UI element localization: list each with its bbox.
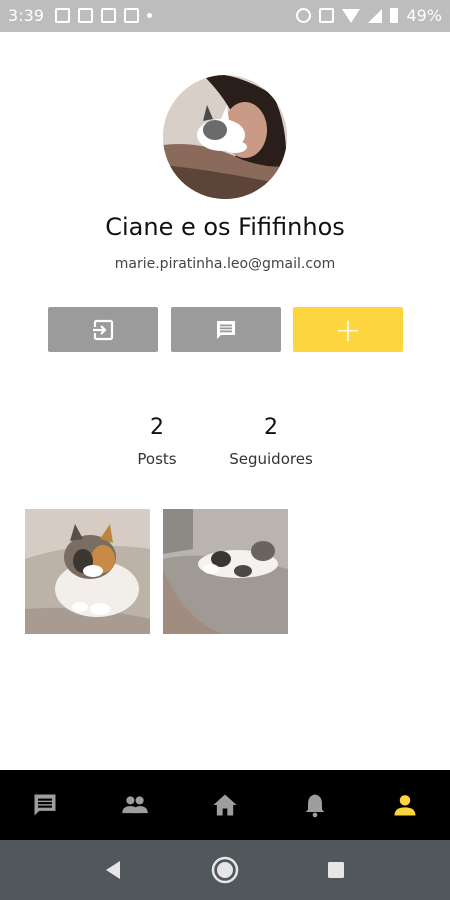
signal-icon	[368, 8, 383, 23]
home-system-button[interactable]	[195, 840, 255, 900]
exit-to-app-icon	[93, 319, 114, 340]
post-thumbnail[interactable]	[163, 509, 288, 634]
avatar	[163, 75, 287, 199]
nav-profile[interactable]	[360, 770, 450, 840]
posts-label: Posts	[137, 450, 177, 468]
nav-notifications[interactable]	[270, 770, 360, 840]
followers-count: 2	[264, 415, 278, 440]
gmail-icon	[124, 8, 139, 23]
notification-icon	[101, 8, 116, 23]
vibrate-icon	[319, 8, 335, 23]
home-circle-icon	[211, 856, 239, 884]
profile-name: Ciane e os Fififinhos	[105, 213, 345, 241]
post-thumbnail[interactable]	[25, 509, 150, 634]
logout-button[interactable]	[48, 307, 158, 352]
status-bar: 3:39 49%	[0, 0, 450, 32]
add-post-button[interactable]: +	[293, 307, 403, 352]
battery-icon	[390, 8, 399, 23]
more-dot-icon	[147, 13, 152, 18]
nav-people[interactable]	[90, 770, 180, 840]
profile-email: marie.piratinha.leo@gmail.com	[114, 256, 336, 272]
wifi-icon	[342, 8, 361, 23]
people-icon	[122, 796, 148, 814]
posts-count: 2	[150, 415, 164, 440]
status-time: 3:39	[8, 6, 44, 25]
back-triangle-icon	[106, 861, 120, 879]
notification-icons	[55, 8, 152, 23]
followers-label: Seguidores	[229, 450, 313, 468]
chat-icon	[34, 794, 56, 816]
nav-home[interactable]	[180, 770, 270, 840]
message-button[interactable]	[171, 307, 281, 352]
alarm-icon	[296, 8, 312, 23]
system-icons: 49%	[296, 6, 442, 25]
home-icon	[213, 794, 237, 816]
system-navigation-bar	[0, 840, 450, 900]
posts-stat: 2 Posts	[102, 415, 212, 468]
recents-square-icon	[328, 862, 344, 878]
notification-icon	[78, 8, 93, 23]
bottom-navigation	[0, 770, 450, 840]
followers-stat[interactable]: 2 Seguidores	[216, 415, 326, 468]
back-button[interactable]	[83, 840, 143, 900]
recents-button[interactable]	[306, 840, 366, 900]
plus-icon: +	[334, 310, 362, 349]
nav-chat[interactable]	[0, 770, 90, 840]
message-icon	[217, 320, 235, 339]
bell-icon	[305, 794, 325, 818]
notification-icon	[55, 8, 70, 23]
person-icon	[394, 795, 416, 816]
battery-percent: 49%	[406, 6, 442, 25]
